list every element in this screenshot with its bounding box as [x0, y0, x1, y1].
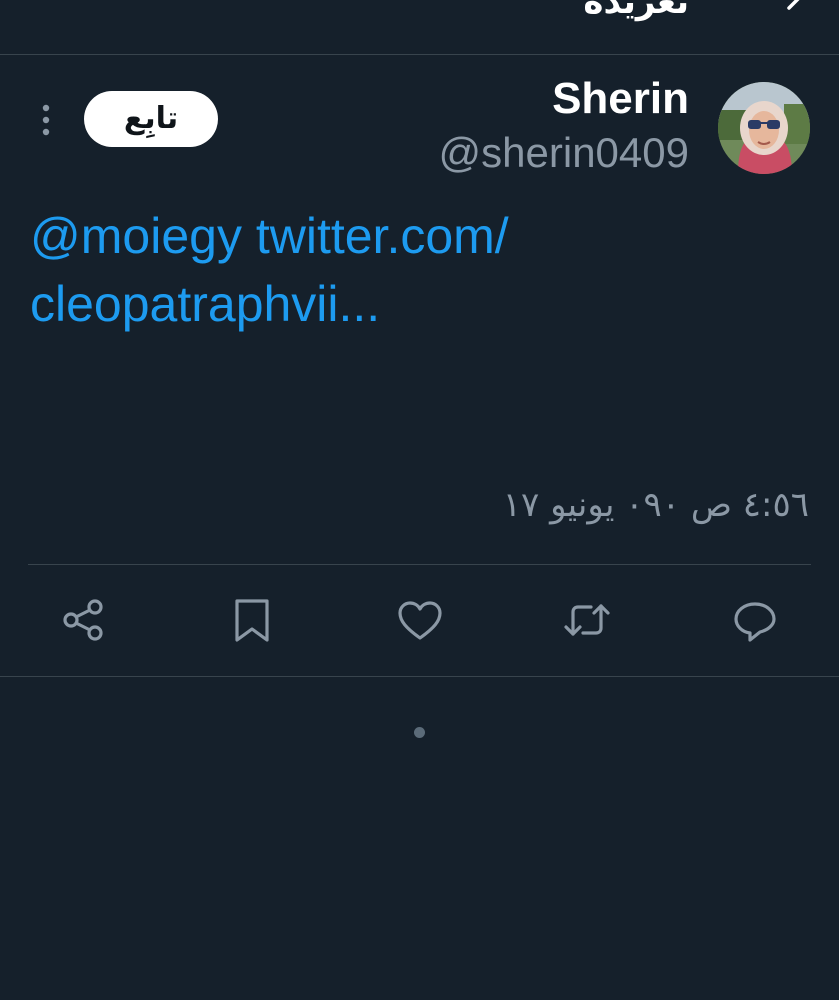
- top-bar: تغريدة: [0, 0, 839, 55]
- more-vertical-icon[interactable]: [30, 100, 62, 140]
- url-link-part1: twitter.com/: [255, 208, 509, 264]
- loading-indicator: [414, 727, 425, 738]
- tweet-timestamp[interactable]: ٤:٥٦ ص ٠٩٠ يونيو ١٧: [503, 480, 809, 530]
- heart-icon[interactable]: [396, 596, 444, 644]
- author-handle[interactable]: @sherin0409: [439, 128, 689, 178]
- divider: [0, 676, 839, 677]
- bookmark-icon[interactable]: [228, 596, 276, 644]
- divider: [28, 564, 811, 565]
- avatar[interactable]: [718, 82, 810, 174]
- follow-button[interactable]: تابِع: [84, 91, 218, 147]
- author-display-name[interactable]: Sherin: [552, 72, 689, 126]
- share-icon[interactable]: [59, 596, 107, 644]
- tweet-text: @moiegy twitter.com/cleopatraphvii...: [30, 202, 690, 338]
- reply-icon[interactable]: [731, 596, 779, 644]
- arrow-right-icon[interactable]: [767, 0, 807, 18]
- url-link-part2: cleopatraphvii...: [30, 276, 381, 332]
- mention-link[interactable]: @moiegy: [30, 208, 242, 264]
- retweet-icon[interactable]: [563, 596, 611, 644]
- page-title: تغريدة: [583, 0, 689, 21]
